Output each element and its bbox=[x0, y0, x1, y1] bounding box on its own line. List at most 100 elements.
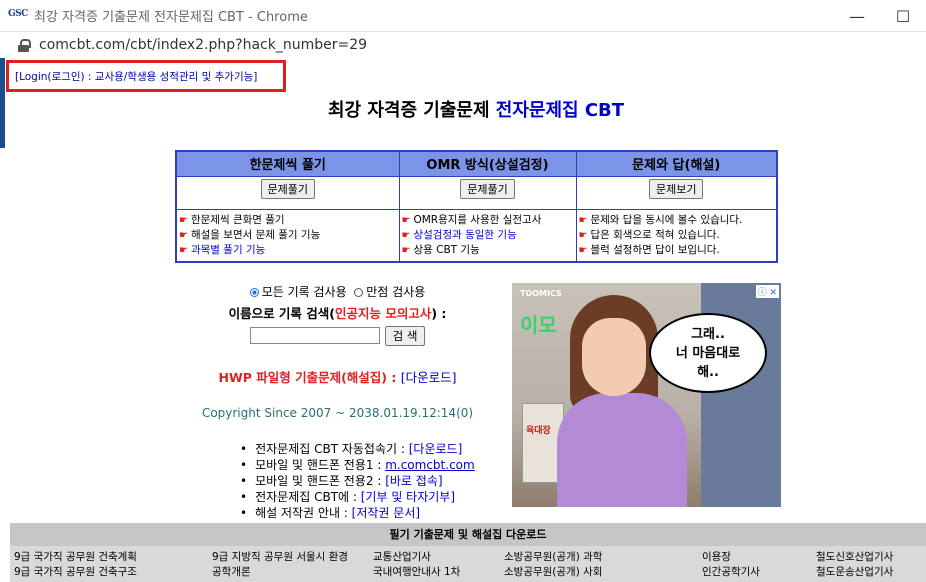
mode-button-row: 문제풀기 문제풀기 문제보기 bbox=[175, 175, 778, 210]
desc-line: ☛ 블럭 설정하면 답이 보입니다. bbox=[579, 243, 775, 258]
title-highlight: 전자문제집 CBT bbox=[495, 100, 625, 121]
link-label: 전자문제집 CBT에 : bbox=[255, 489, 361, 504]
footer-link[interactable]: 국내여행안내사 1차 bbox=[373, 565, 460, 580]
bubble-line: 너 마음대로 bbox=[675, 345, 741, 361]
login-link[interactable]: [Login(로그인) : 교사용/학생용 성적관리 및 추가기능] bbox=[15, 69, 257, 84]
view-questions-button[interactable]: 문제보기 bbox=[649, 178, 704, 199]
copyright-doc-link[interactable]: [저작권 문서] bbox=[352, 506, 420, 520]
footer-link[interactable]: 소방공무원(공개) 사회 bbox=[504, 565, 602, 580]
mode-table: 한문제씩 풀기 OMR 방식(상설검정) 문제와 답(해설) 문제풀기 문제풀기… bbox=[175, 150, 778, 263]
address-bar[interactable]: comcbt.com/cbt/index2.php?hack_number=29 bbox=[0, 32, 926, 58]
link-label: 해설 저작권 안내 : bbox=[255, 505, 352, 520]
search-label-suffix: ) : bbox=[431, 306, 447, 321]
desc-line: ☛ 해설을 보면서 문제 풀기 기능 bbox=[179, 228, 397, 243]
radio-all-label: 모든 기록 검사용 bbox=[261, 285, 347, 299]
window-controls: — ☐ bbox=[834, 0, 926, 32]
window-title: 최강 자격증 기출문제 전자문제집 CBT - Chrome bbox=[34, 10, 308, 25]
desc-line: ☛ 상설검정과 동일한 기능 bbox=[402, 228, 574, 243]
footer-link[interactable]: 철도신호산업기사 bbox=[816, 550, 893, 565]
footer-link[interactable]: 9급 지방직 공무원 서울시 환경 bbox=[212, 550, 348, 565]
footer-link[interactable]: 철도운송산업기사 bbox=[816, 565, 893, 580]
desc-text: 한문제씩 큰화면 풀기 bbox=[190, 213, 285, 226]
footer-link[interactable]: 소방공무원(공개) 과학 bbox=[504, 550, 602, 565]
browser-titlebar: GSC 최강 자격증 기출문제 전자문제집 CBT - Chrome — ☐ bbox=[0, 0, 926, 32]
pointing-hand-icon: ☛ bbox=[179, 244, 188, 256]
mode-header-omr: OMR 방식(상설검정) bbox=[398, 150, 577, 177]
ai-mock-exam-text: 인공지능 모의고사 bbox=[334, 306, 432, 321]
mode-desc-row: ☛ 한문제씩 큰화면 풀기 ☛ 해설을 보면서 문제 풀기 기능 ☛ 과목별 풀기 기… bbox=[175, 208, 778, 262]
radio-all-records[interactable] bbox=[249, 288, 259, 297]
pointing-hand-icon: ☛ bbox=[578, 214, 588, 226]
lock-icon bbox=[18, 38, 31, 52]
download-footer: 필기 기출문제 및 해설집 다운로드 9급 국가직 공무원 건축계획 9급 국가… bbox=[10, 523, 926, 582]
page-title: 최강 자격증 기출문제 전자문제집 CBT bbox=[0, 96, 926, 122]
link-label: 모바일 및 핸드폰 전용1 : bbox=[255, 457, 386, 472]
ad-logo: 이모 bbox=[520, 313, 557, 337]
desc-text: 블럭 설정하면 답이 보입니다. bbox=[590, 243, 720, 256]
desc-text: 문제와 답을 동시에 볼수 있습니다. bbox=[590, 213, 743, 226]
mode-button-cell: 문제풀기 bbox=[175, 175, 400, 210]
info-links-list: 전자문제집 CBT 자동접속기 : [다운로드] 모바일 및 핸드폰 전용1 :… bbox=[240, 441, 500, 521]
footer-link[interactable]: 9급 국가직 공무원 건축계획 bbox=[14, 550, 137, 565]
auto-connector-download-link[interactable]: [다운로드] bbox=[409, 442, 463, 456]
url-text[interactable]: comcbt.com/cbt/index2.php?hack_number=29 bbox=[39, 37, 367, 53]
mode-header-single: 한문제씩 풀기 bbox=[175, 150, 400, 177]
standing-exam-link[interactable]: 상설검정과 동일한 기능 bbox=[413, 229, 516, 241]
link-label: 모바일 및 핸드폰 전용2 : bbox=[255, 473, 386, 488]
search-label: 이름으로 기록 검색(인공지능 모의고사) : bbox=[175, 303, 500, 322]
search-section: 모든 기록 검사용 만점 검사용 이름으로 기록 검색(인공지능 모의고사) :… bbox=[175, 283, 500, 521]
search-row: 검 색 bbox=[175, 325, 500, 346]
minimize-icon: — bbox=[849, 6, 865, 26]
mode-desc-omr: ☛ OMR용지를 사용한 실전고사 ☛ 상설검정과 동일한 기능 ☛ 상용 CBT 기… bbox=[398, 208, 577, 262]
login-highlight-box: [Login(로그인) : 교사용/학생용 성적관리 및 추가기능] bbox=[6, 60, 286, 92]
footer-link[interactable]: 인간공학기사 bbox=[702, 565, 760, 580]
pointing-hand-icon: ☛ bbox=[401, 229, 411, 241]
omr-solve-button[interactable]: 문제풀기 bbox=[460, 178, 515, 199]
mobile-direct-link[interactable]: [바로 접속] bbox=[385, 474, 442, 488]
list-item: 해설 저작권 안내 : [저작권 문서] bbox=[240, 505, 500, 521]
search-button[interactable]: 검 색 bbox=[384, 325, 426, 346]
hwp-label: HWP 파일형 기출문제(해설집) : bbox=[218, 369, 401, 385]
ad-box-text: 육대장 bbox=[526, 426, 551, 436]
subject-solve-link[interactable]: 과목별 풀기 기능 bbox=[191, 244, 265, 256]
name-search-input[interactable] bbox=[249, 327, 380, 344]
desc-line: ☛ 과목별 풀기 기능 bbox=[179, 243, 397, 258]
desc-line: ☛ 상용 CBT 기능 bbox=[402, 243, 574, 258]
footer-link[interactable]: 공학개론 bbox=[212, 565, 251, 580]
search-mode-radios: 모든 기록 검사용 만점 검사용 bbox=[175, 283, 500, 300]
desc-line: ☛ 한문제씩 큰화면 풀기 bbox=[179, 213, 397, 228]
pointing-hand-icon: ☛ bbox=[578, 229, 588, 241]
donation-link[interactable]: [기부 및 타자기부] bbox=[361, 490, 455, 504]
advertisement-banner[interactable]: TOOMICS 이모 ⓘ ✕ 육대장 그래.. 너 마음대로 해.. bbox=[512, 283, 781, 507]
desc-text: 답은 회색으로 적혀 있습니다. bbox=[590, 228, 720, 241]
mode-button-cell: 문제보기 bbox=[575, 175, 778, 210]
footer-heading: 필기 기출문제 및 해설집 다운로드 bbox=[10, 523, 926, 546]
search-label-prefix: 이름으로 기록 검색( bbox=[228, 306, 335, 321]
ad-choices-icon[interactable]: ⓘ ✕ bbox=[755, 285, 779, 298]
radio-full-score[interactable] bbox=[354, 288, 364, 297]
bubble-line: 그래.. bbox=[691, 326, 725, 342]
hwp-download-line: HWP 파일형 기출문제(해설집) : [다운로드] bbox=[175, 367, 500, 386]
mode-header-answer: 문제와 답(해설) bbox=[575, 150, 778, 177]
site-favicon-icon: GSC bbox=[8, 8, 28, 19]
ad-speech-bubble: 그래.. 너 마음대로 해.. bbox=[649, 313, 767, 393]
list-item: 전자문제집 CBT에 : [기부 및 타자기부] bbox=[240, 489, 500, 505]
single-solve-button[interactable]: 문제풀기 bbox=[260, 178, 315, 199]
minimize-button[interactable]: — bbox=[834, 0, 880, 32]
desc-line: ☛ 답은 회색으로 적혀 있습니다. bbox=[579, 228, 775, 243]
mobile-site-link[interactable]: m.comcbt.com bbox=[385, 458, 475, 472]
list-item: 모바일 및 핸드폰 전용2 : [바로 접속] bbox=[240, 473, 500, 489]
mode-desc-single: ☛ 한문제씩 큰화면 풀기 ☛ 해설을 보면서 문제 풀기 기능 ☛ 과목별 풀기 기… bbox=[175, 208, 400, 262]
footer-link[interactable]: 9급 국가직 공무원 건축구조 bbox=[14, 565, 137, 580]
maximize-button[interactable]: ☐ bbox=[880, 0, 926, 32]
desc-text: 상용 CBT 기능 bbox=[413, 243, 480, 256]
ad-brand: TOOMICS bbox=[520, 289, 562, 298]
pointing-hand-icon: ☛ bbox=[578, 244, 588, 256]
ad-character-body bbox=[557, 393, 687, 507]
bubble-line: 해.. bbox=[697, 364, 719, 380]
list-item: 모바일 및 핸드폰 전용1 : m.comcbt.com bbox=[240, 457, 500, 473]
hwp-download-link[interactable]: [다운로드] bbox=[401, 370, 457, 385]
footer-link[interactable]: 이용장 bbox=[702, 550, 731, 565]
copyright-text: Copyright Since 2007 ~ 2038.01.19.12:14(… bbox=[201, 405, 474, 420]
footer-link[interactable]: 교통산업기사 bbox=[373, 550, 431, 565]
